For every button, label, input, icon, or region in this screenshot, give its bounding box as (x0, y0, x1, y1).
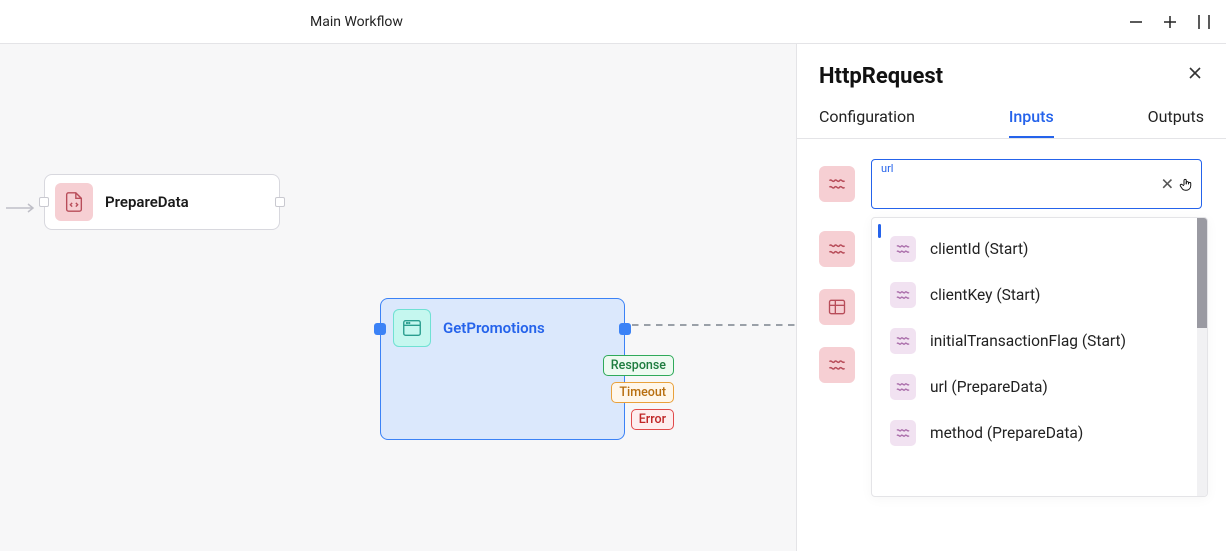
add-button[interactable] (1160, 12, 1180, 32)
table-icon[interactable] (819, 289, 855, 325)
selection-indicator (878, 224, 881, 238)
dropdown-item[interactable]: clientKey (Start) (872, 272, 1207, 318)
output-error[interactable]: Error (631, 409, 674, 430)
scrollbar-thumb[interactable] (1197, 218, 1207, 328)
scrollbar-track[interactable] (1197, 218, 1207, 496)
dropdown-item-label: url (PrepareData) (930, 378, 1048, 396)
browser-icon (393, 309, 431, 347)
node-label: GetPromotions (443, 319, 545, 337)
cursor-pointer-icon (1178, 175, 1196, 199)
dropdown-item[interactable]: url (PrepareData) (872, 364, 1207, 410)
field-url: url ✕ (819, 159, 1218, 209)
script-icon[interactable] (819, 166, 855, 202)
script-icon (890, 282, 916, 308)
clear-icon[interactable]: ✕ (1161, 175, 1174, 194)
file-code-icon (55, 183, 93, 221)
workflow-title: Main Workflow (310, 14, 403, 30)
output-response[interactable]: Response (603, 355, 674, 376)
dropdown-item-label: initialTransactionFlag (Start) (930, 332, 1126, 350)
port-in[interactable] (39, 197, 49, 207)
tab-inputs[interactable]: Inputs (1009, 107, 1054, 138)
script-icon (890, 374, 916, 400)
tab-configuration[interactable]: Configuration (819, 107, 915, 138)
script-icon (890, 328, 916, 354)
panel-title: HttpRequest (819, 64, 943, 89)
dropdown-item-label: clientKey (Start) (930, 286, 1040, 304)
dropdown-item-label: method (PrepareData) (930, 424, 1083, 442)
input-label: url (881, 162, 893, 175)
arrow-in-icon (6, 199, 38, 218)
top-bar: Main Workflow (0, 0, 1226, 44)
panel-tabs: Configuration Inputs Outputs (797, 89, 1226, 139)
inputs-pane: url ✕ (797, 139, 1226, 551)
script-icon[interactable] (819, 231, 855, 267)
port-out[interactable] (619, 323, 631, 335)
dropdown-item[interactable]: initialTransactionFlag (Start) (872, 318, 1207, 364)
tab-outputs[interactable]: Outputs (1148, 107, 1204, 138)
dropdown-item[interactable]: method (PrepareData) (872, 410, 1207, 456)
url-input[interactable] (871, 159, 1202, 209)
dropdown-item[interactable]: clientId (Start) (872, 226, 1207, 272)
window-controls (1126, 12, 1214, 32)
side-panel: HttpRequest Configuration Inputs Outputs… (796, 44, 1226, 551)
connector-dashed (632, 324, 798, 326)
node-label: PrepareData (105, 193, 189, 211)
port-in[interactable] (374, 323, 386, 335)
dropdown-item-label: clientId (Start) (930, 240, 1028, 258)
node-outputs: Response Timeout Error (603, 355, 674, 430)
minimize-button[interactable] (1126, 12, 1146, 32)
script-icon[interactable] (819, 347, 855, 383)
output-timeout[interactable]: Timeout (611, 382, 674, 403)
fullscreen-button[interactable] (1194, 12, 1214, 32)
node-getpromotions[interactable]: GetPromotions Response Timeout Error (380, 298, 625, 440)
node-preparedata[interactable]: PrepareData (44, 174, 280, 230)
close-icon[interactable] (1186, 64, 1204, 86)
script-icon (890, 236, 916, 262)
port-out[interactable] (275, 197, 285, 207)
autocomplete-dropdown[interactable]: clientId (Start) clientKey (Start) initi… (871, 217, 1208, 497)
script-icon (890, 420, 916, 446)
